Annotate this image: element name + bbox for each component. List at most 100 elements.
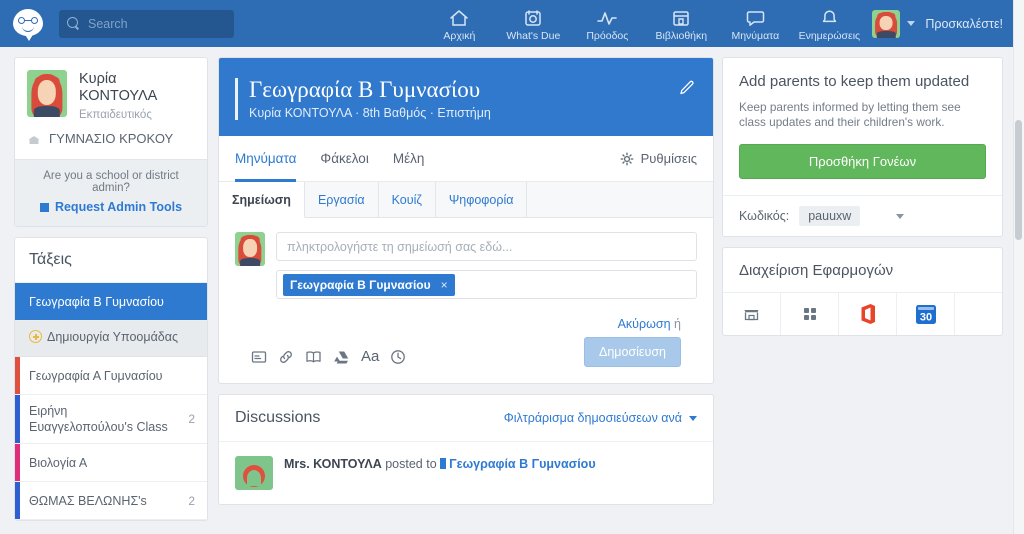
admin-box: Are you a school or district admin? Requ…: [15, 159, 207, 226]
app-grid-icon[interactable]: [781, 293, 839, 335]
library-book-icon[interactable]: [305, 349, 322, 365]
left-sidebar: Κυρία ΚΟΝΤΟΥΛΑ Εκπαιδευτικός ΓΥΜΝΑΣΙΟ ΚΡ…: [0, 47, 218, 521]
attachment-icon[interactable]: [251, 349, 267, 365]
filter-label: Φιλτράρισμα δημοσιεύσεων ανά: [503, 411, 682, 425]
composer-tabs-filler: [527, 182, 713, 217]
profile-top: Κυρία ΚΟΝΤΟΥΛΑ Εκπαιδευτικός: [15, 58, 207, 131]
school-row: ΓΥΜΝΑΣΙΟ ΚΡΟΚΟΥ: [15, 131, 207, 159]
post-meta: Mrs. ΚΟΝΤΟΥΛΑ posted to Γεωγραφία Β Γυμν…: [284, 456, 596, 490]
post-action: posted to: [385, 457, 437, 471]
pencil-icon[interactable]: [679, 80, 695, 99]
composer-tab-quiz[interactable]: Κουίζ: [378, 182, 436, 217]
post-target-class[interactable]: Γεωγραφία Β Γυμνασίου: [449, 457, 595, 471]
add-parents-description: Keep parents informed by letting them se…: [739, 100, 961, 129]
add-parents-button[interactable]: Προσθήκη Γονέων: [739, 144, 986, 179]
class-tabs: Μηνύματα Φάκελοι Μέλη Ρυθμίσεις: [219, 136, 713, 182]
class-color-bar: [15, 357, 20, 394]
chevron-down-icon[interactable]: [907, 21, 916, 26]
plus-circle-icon: [29, 330, 42, 343]
nav-item-library[interactable]: Βιβλιοθήκη: [644, 0, 718, 47]
nav-item-home[interactable]: Αρχική: [422, 0, 496, 47]
class-color-mark: [440, 458, 447, 469]
sidebar-class-geografia-b[interactable]: Γεωγραφία Β Γυμνασίου: [15, 283, 207, 321]
composer-tab-assignment[interactable]: Εργασία: [304, 182, 379, 217]
tab-messages[interactable]: Μηνύματα: [235, 136, 297, 182]
class-label: ΘΩΜΑΣ ΒΕΛΩΝΗΣ's: [29, 493, 147, 508]
class-label: Γεωγραφία Α Γυμνασίου: [29, 368, 163, 383]
or-label: ή: [674, 317, 681, 331]
composer-tab-poll[interactable]: Ψηφοφορία: [435, 182, 528, 217]
class-unread-count: 2: [188, 493, 195, 508]
nav-item-progress[interactable]: Πρόοδος: [570, 0, 644, 47]
calendar-30-icon[interactable]: 30: [897, 293, 955, 335]
filter-posts-dropdown[interactable]: Φιλτράρισμα δημοσιεύσεων ανά: [504, 411, 697, 425]
gear-icon: [620, 152, 634, 166]
right-sidebar: Add parents to keep them updated Keep pa…: [718, 47, 1013, 336]
sidebar-class-geografia-a[interactable]: Γεωγραφία Α Γυμνασίου: [15, 357, 207, 395]
class-color-bar: [15, 444, 20, 481]
nav-label: Μηνύματα: [731, 30, 780, 42]
nav-label: Ενημερώσεις: [798, 30, 861, 42]
page-scrollbar[interactable]: [1013, 0, 1024, 534]
sidebar-class-viologia[interactable]: Βιολογία Α: [15, 444, 207, 482]
class-color-bar: [15, 482, 20, 519]
composer-footer: Aa Ακύρωση ή Δημοσίευση: [235, 299, 697, 383]
composer-body: Γεωγραφία Β Γυμνασίου ×: [219, 218, 713, 383]
nav-items: Αρχική What's Due Πρόοδος Βιβλιοθήκη Μην…: [422, 0, 1013, 47]
request-admin-tools-link[interactable]: Request Admin Tools: [27, 200, 195, 214]
chip-label: Γεωγραφία Β Γυμνασίου: [290, 277, 431, 292]
avatar[interactable]: [872, 9, 901, 38]
nav-item-notifications[interactable]: Ενημερώσεις: [792, 0, 866, 47]
composer-tag-field[interactable]: Γεωγραφία Β Γυμνασίου ×: [276, 270, 697, 299]
google-drive-icon[interactable]: [333, 350, 350, 365]
search-box[interactable]: [59, 9, 234, 38]
sidebar-class-eirini[interactable]: Ειρήνη Ευαγγελοπούλου's Class 2: [15, 395, 207, 444]
edmodo-logo[interactable]: [0, 0, 55, 47]
link-icon[interactable]: [278, 349, 294, 365]
app-store-icon[interactable]: [723, 293, 781, 335]
composer-toolbar: Aa: [251, 349, 406, 367]
calendar-check-icon: [524, 8, 542, 28]
code-label: Κωδικός:: [739, 209, 790, 223]
chevron-down-icon[interactable]: [896, 213, 905, 219]
composer-avatar: [235, 232, 265, 266]
search-input[interactable]: [88, 16, 226, 31]
invite-link[interactable]: Προσκαλέστε!: [925, 17, 1003, 31]
class-tag-chip[interactable]: Γεωγραφία Β Γυμνασίου ×: [283, 273, 455, 296]
settings-button[interactable]: Ρυθμίσεις: [620, 151, 697, 166]
scrollbar-thumb[interactable]: [1015, 120, 1022, 240]
parent-code-value[interactable]: pauuxw: [799, 206, 861, 226]
composer-tab-note[interactable]: Σημείωση: [219, 182, 305, 218]
post-avatar[interactable]: [235, 456, 273, 490]
post-button[interactable]: Δημοσίευση: [583, 337, 681, 367]
bell-icon: [821, 8, 838, 28]
class-unread-count: 2: [188, 412, 195, 426]
cancel-link[interactable]: Ακύρωση: [618, 317, 671, 331]
page-title: Γεωγραφία Β Γυμνασίου: [249, 77, 481, 102]
text-format-icon[interactable]: Aa: [361, 349, 379, 365]
tab-members[interactable]: Μέλη: [393, 136, 425, 182]
school-icon: [27, 133, 41, 147]
classes-card: Τάξεις Γεωγραφία Β Γυμνασίου Δημιουργία …: [14, 237, 208, 521]
profile-card: Κυρία ΚΟΝΤΟΥΛΑ Εκπαιδευτικός ΓΥΜΝΑΣΙΟ ΚΡ…: [14, 57, 208, 227]
admin-question: Are you a school or district admin?: [43, 170, 179, 194]
composer-note-input[interactable]: [276, 232, 697, 261]
create-subgroup-button[interactable]: Δημιουργία Υποομάδας: [15, 321, 207, 357]
svg-text:30: 30: [919, 312, 931, 324]
search-icon: [67, 17, 80, 30]
manage-apps-title: Διαχείριση Εφαρμογών: [723, 248, 1002, 293]
nav-item-whats-due[interactable]: What's Due: [496, 0, 570, 47]
office-icon[interactable]: [839, 293, 897, 335]
tab-folders[interactable]: Φάκελοι: [320, 136, 368, 182]
post-author: Mrs. ΚΟΝΤΟΥΛΑ: [284, 457, 382, 471]
discussions-header: Discussions Φιλτράρισμα δημοσιεύσεων ανά: [219, 395, 713, 442]
schedule-clock-icon[interactable]: [390, 349, 406, 365]
nav-item-messages[interactable]: Μηνύματα: [718, 0, 792, 47]
header-accent-bar: [235, 78, 238, 120]
profile-avatar[interactable]: [27, 70, 67, 117]
library-icon: [672, 8, 690, 28]
admin-badge-icon: [39, 202, 49, 212]
sidebar-class-thomas[interactable]: ΘΩΜΑΣ ΒΕΛΩΝΗΣ's 2: [15, 482, 207, 520]
close-icon[interactable]: ×: [441, 278, 448, 292]
chat-bubble-icon: [746, 8, 765, 28]
